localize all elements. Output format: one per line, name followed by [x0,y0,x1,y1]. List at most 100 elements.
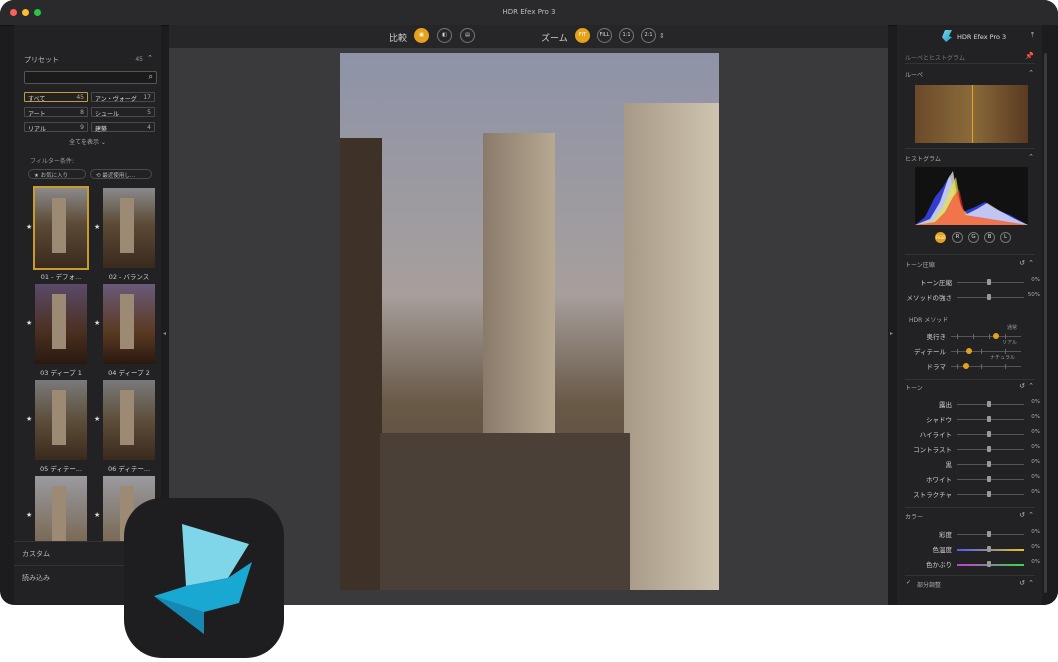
collapse-right-panel-handle[interactable]: ▸ [890,330,893,337]
category-real[interactable]: リアル 9 [24,122,88,133]
chevron-up-icon[interactable]: ⌃ [1028,259,1034,267]
slider-tint[interactable]: 色かぶり 0% [897,558,1042,570]
channel-l-button[interactable]: L [1000,232,1011,243]
chevron-up-icon[interactable]: ⌃ [1028,69,1034,77]
zoom-fit-button[interactable]: FIT [575,28,590,43]
method-detail-slider[interactable]: ディテール リアル [897,340,1042,359]
tone-title: トーン [905,385,923,392]
collapse-all-icon[interactable]: ⤒ [1031,31,1034,40]
app-logo-icon [942,30,952,42]
chevron-up-icon[interactable]: ⌃ [1028,382,1034,390]
compare-side-by-side-icon[interactable]: ▤ [460,28,475,43]
method-depth-slider[interactable]: 奥行き 通常 [897,325,1042,344]
loupe-label: ルーペ [905,72,924,79]
app-icon [124,498,284,658]
zoom-2-1-button[interactable]: 2:1 [641,28,656,43]
color-title: カラー [905,514,924,521]
star-icon[interactable]: ★ [26,319,32,327]
tone-compression-title: トーン圧縮 [905,262,935,269]
slider-blacks[interactable]: 黒 0% [897,458,1042,470]
slider-method-strength[interactable]: メソッドの強さ 50% [897,291,1042,303]
zoom-fill-button[interactable]: FILL [597,28,612,43]
preset-thumbnail[interactable] [103,284,155,364]
collapse-left-panel-handle[interactable]: ◂ [163,330,166,337]
star-icon[interactable]: ★ [26,415,32,423]
adjustments-panel: HDR Efex Pro 3 ⤒ ルーペとヒストグラム 📌 ルーペ ⌃ ヒストグ… [897,25,1042,605]
slider-structure[interactable]: ストラクチャ 0% [897,488,1042,500]
slider-exposure[interactable]: 露出 0% [897,398,1042,410]
presets-label: プリセット [24,56,59,64]
preset-label: 04 ディープ 2 [108,369,150,377]
star-icon[interactable]: ★ [94,415,100,423]
app-name: HDR Efex Pro 3 [957,33,1007,41]
preset-thumbnail[interactable] [103,380,155,460]
partial-adjust-label: 部分調整 [917,582,942,589]
slider-contrast[interactable]: コントラスト 0% [897,443,1042,455]
category-all[interactable]: すべて 45 [24,92,88,103]
method-drama-slider[interactable]: ドラマ ナチュラル [897,355,1042,374]
channel-g-button[interactable]: G [968,232,979,243]
loupe-preview[interactable] [915,85,1028,143]
star-icon[interactable]: ★ [94,223,100,231]
filter-favorites[interactable]: ★ お気に入り [28,169,86,179]
compare-single-icon[interactable]: ▣ [414,28,429,43]
filter-recent[interactable]: ⟲ 最近使用し... [90,169,152,179]
channel-rgb-button[interactable]: RGB [935,232,946,243]
reset-icon[interactable]: ↺ [1019,259,1025,267]
chevron-up-icon[interactable]: ⌃ [1028,511,1034,519]
preset-thumbnail[interactable] [35,284,87,364]
preset-label: 02 - バランス [108,273,150,281]
channel-b-button[interactable]: B [984,232,995,243]
title-bar: HDR Efex Pro 3 [0,0,1058,26]
category-art[interactable]: アート 8 [24,107,88,118]
preset-label: 03 ディープ 1 [40,369,82,377]
star-icon[interactable]: ★ [94,511,100,519]
preset-label: 06 ディテー... [107,465,151,473]
preset-thumbnail[interactable] [33,186,89,270]
slider-highlights[interactable]: ハイライト 0% [897,428,1042,440]
compare-split-icon[interactable]: ◧ [437,28,452,43]
chevron-up-icon[interactable]: ⌃ [1028,153,1034,161]
window-title: HDR Efex Pro 3 [502,8,556,16]
star-icon[interactable]: ★ [94,319,100,327]
zoom-1-1-button[interactable]: 1:1 [619,28,634,43]
preview-image[interactable] [340,53,719,590]
star-icon[interactable]: ★ [26,511,32,519]
histogram-graph [915,167,1028,225]
chevron-up-icon[interactable]: ⌃ [147,54,153,62]
filter-label: フィルター条件: [30,158,74,165]
chevron-up-icon[interactable]: ⌃ [1028,579,1034,587]
slider-temperature[interactable]: 色温度 0% [897,543,1042,555]
reset-icon[interactable]: ↺ [1019,382,1025,390]
slider-whites[interactable]: ホワイト 0% [897,473,1042,485]
pin-icon[interactable]: 📌 [1025,52,1034,60]
star-icon[interactable]: ★ [26,223,32,231]
preset-thumbnail[interactable] [103,188,155,268]
reset-icon[interactable]: ↺ [1019,579,1025,587]
slider-saturation[interactable]: 彩度 0% [897,528,1042,540]
channel-r-button[interactable]: R [952,232,963,243]
zoom-label: ズーム [541,34,568,44]
show-all-link[interactable]: 全てを表示 ⌄ [14,137,161,146]
preset-thumbnail[interactable] [35,476,87,541]
zoom-stepper-icon[interactable]: ⇕ [659,32,665,40]
category-surreal[interactable]: シュール 5 [91,107,155,118]
category-architecture[interactable]: 建築 4 [91,122,155,133]
panel-scrollbar[interactable] [1042,25,1058,605]
preset-search-input[interactable]: ⌕ [24,71,157,84]
slider-shadows[interactable]: シャドウ 0% [897,413,1042,425]
hdr-method-title: HDR メソッド [909,317,949,324]
histogram-label: ヒストグラム [905,156,941,163]
hdr-efex-logo-icon [154,524,252,634]
checkbox-icon[interactable]: ✓ [906,579,911,586]
reset-icon[interactable]: ↺ [1019,511,1025,519]
category-vogue[interactable]: アン・ヴォーグ 17 [91,92,155,103]
slider-tone-compression[interactable]: トーン圧縮 0% [897,276,1042,288]
presets-count: 45 [135,56,143,63]
loupe-histogram-label: ルーペとヒストグラム [905,55,965,62]
search-icon: ⌕ [148,72,153,81]
view-toolbar: 比較 ▣ ◧ ▤ ズーム FIT FILL 1:1 2:1 ⇕ [169,25,888,48]
preset-label: 01 - デフォ... [40,273,82,281]
preset-label: 05 ディテー... [39,465,83,473]
preset-thumbnail[interactable] [35,380,87,460]
